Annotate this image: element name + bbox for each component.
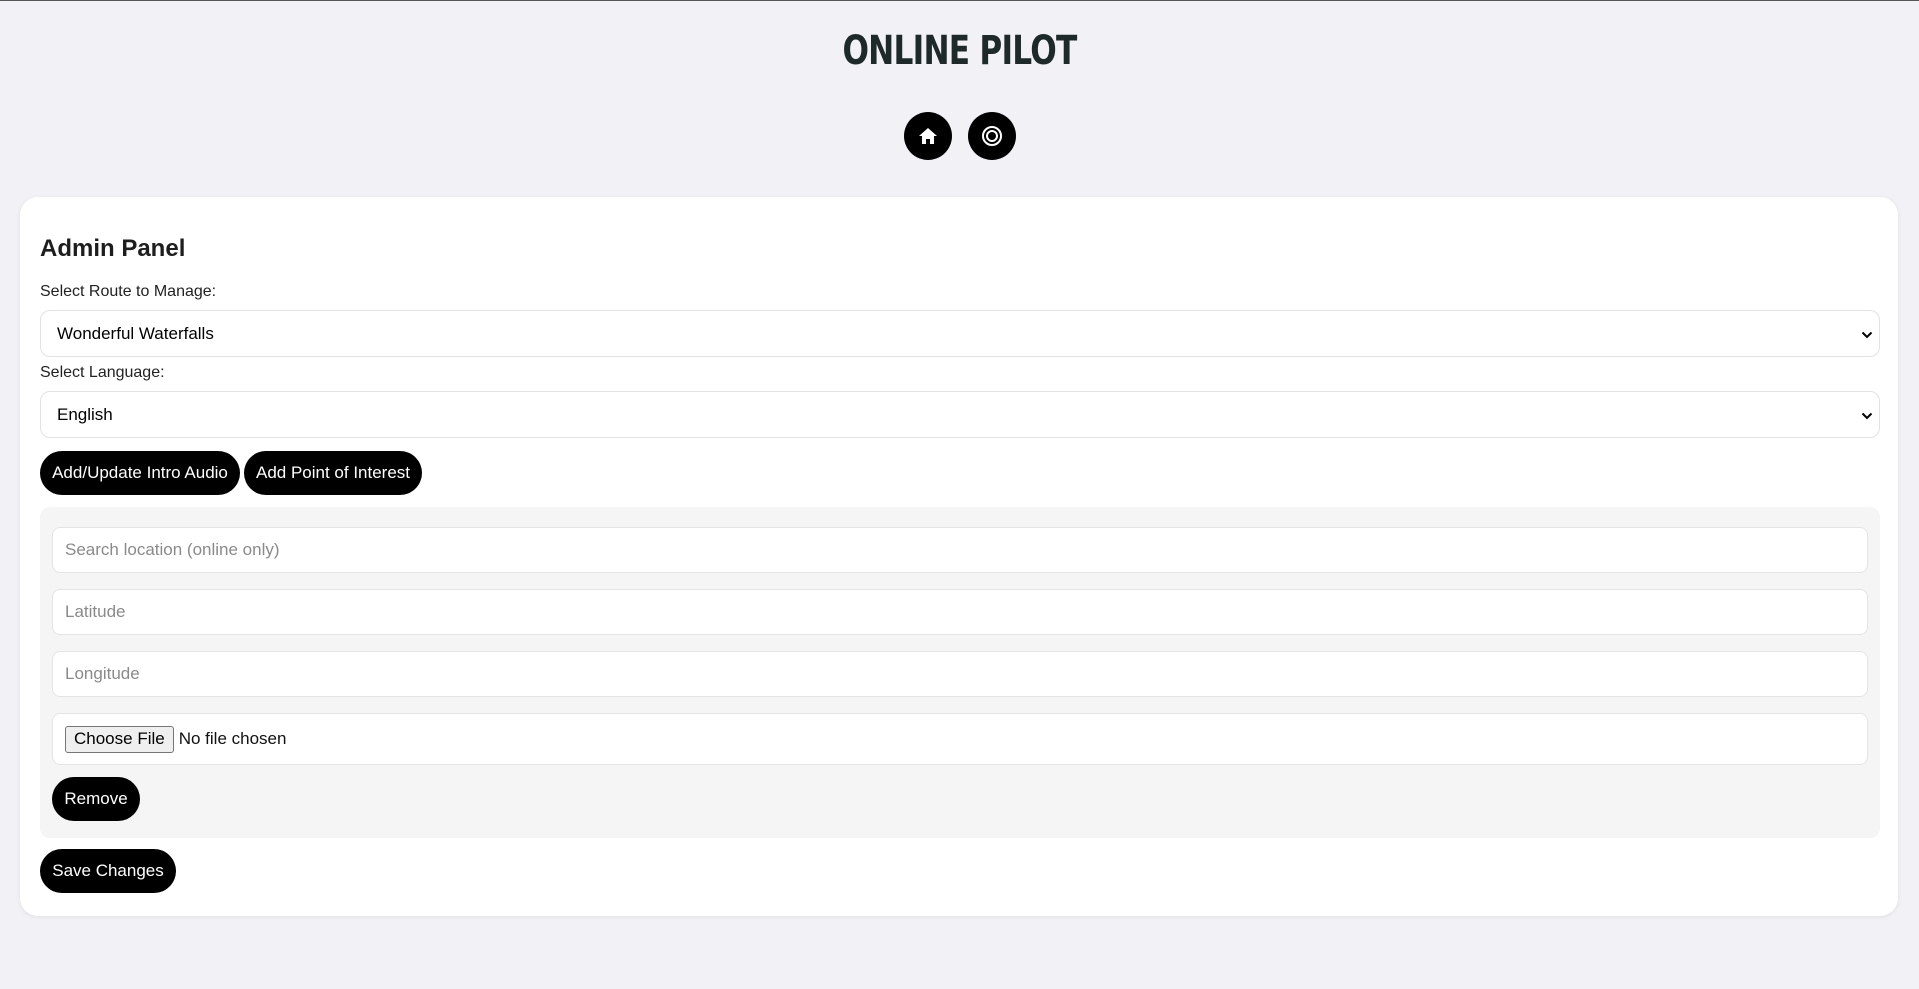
route-select[interactable]: Wonderful Waterfalls: [40, 310, 1880, 357]
audio-file-input: Choose File No file chosen: [52, 713, 1868, 765]
latitude-input[interactable]: [52, 589, 1868, 635]
route-select-value: Wonderful Waterfalls: [57, 323, 214, 343]
language-select[interactable]: English: [40, 391, 1880, 438]
chevron-down-icon: [1861, 324, 1873, 344]
home-button[interactable]: [903, 112, 952, 160]
add-poi-button[interactable]: Add Point of Interest: [244, 451, 422, 495]
language-select-value: English: [57, 404, 113, 424]
remove-poi-button[interactable]: Remove: [52, 777, 140, 821]
target-icon: [981, 125, 1003, 147]
save-changes-button[interactable]: Save Changes: [40, 849, 176, 893]
route-label: Select Route to Manage:: [40, 283, 217, 300]
target-button[interactable]: [967, 112, 1016, 160]
chevron-down-icon: [1861, 405, 1873, 425]
panel-title: Admin Panel: [40, 235, 186, 262]
search-location-input[interactable]: [52, 527, 1868, 573]
language-label: Select Language:: [40, 364, 165, 381]
top-nav: [0, 112, 1919, 160]
intro-audio-button[interactable]: Add/Update Intro Audio: [40, 451, 240, 495]
home-icon: [918, 127, 938, 145]
choose-file-button[interactable]: Choose File: [65, 725, 174, 753]
poi-form: Choose File No file chosen Remove: [40, 507, 1880, 838]
site-title: ONLINE PILOT: [842, 28, 1077, 74]
longitude-input[interactable]: [52, 651, 1868, 697]
file-status: No file chosen: [178, 729, 287, 748]
admin-panel: Admin Panel Select Route to Manage: Wond…: [20, 197, 1898, 916]
